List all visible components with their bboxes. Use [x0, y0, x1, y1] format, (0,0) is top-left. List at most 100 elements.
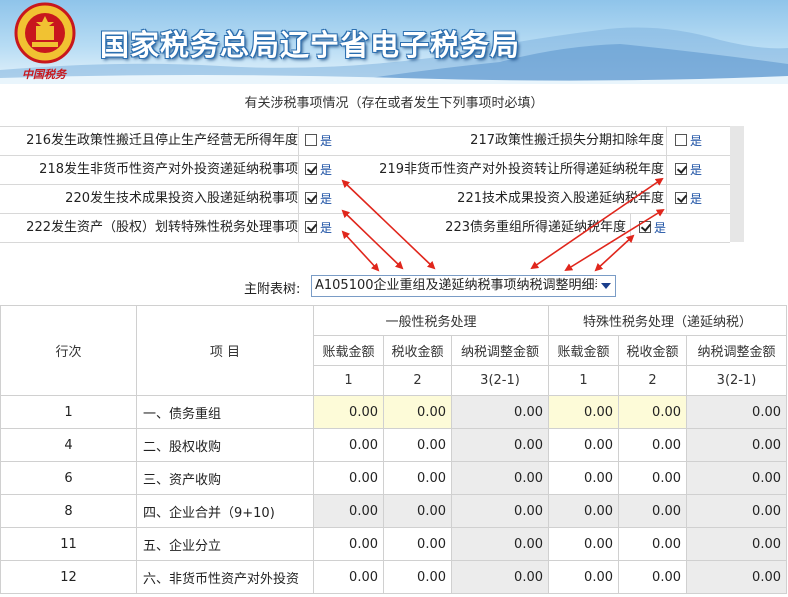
amount-input-cell[interactable]: 0.00 — [548, 527, 619, 561]
row-item-label: 二、股权收购 — [136, 428, 314, 462]
amount-input-cell[interactable]: 0.00 — [548, 461, 619, 495]
amount-input-cell[interactable]: 0.00 — [618, 461, 687, 495]
amount-input-cell[interactable]: 0.00 — [548, 428, 619, 462]
header-row-no: 行次 — [0, 305, 137, 396]
item-checkbox-222[interactable]: 是 — [298, 214, 348, 242]
chevron-down-icon[interactable] — [601, 283, 611, 289]
checkbox-label: 是 — [320, 163, 333, 177]
amount-readonly-cell: 0.00 — [618, 494, 687, 528]
header-sub: 纳税调整金额 — [686, 335, 787, 366]
site-title: 国家税务总局辽宁省电子税务局 — [100, 28, 521, 62]
header-sub: 税收金额 — [383, 335, 452, 366]
row-number: 11 — [0, 527, 137, 561]
table-body: 1 一、债务重组 0.00 0.00 0.00 0.00 0.00 0.00 4 二、股权收购 0.… — [0, 395, 787, 594]
row-item-label: 三、资产收购 — [136, 461, 314, 495]
amount-readonly-cell: 0.00 — [686, 461, 787, 495]
main-table-select-value: A105100企业重组及递延纳税事项纳税调整明细表 — [315, 278, 597, 293]
row-number: 4 — [0, 428, 137, 462]
checkbox-checked-icon[interactable] — [305, 192, 317, 204]
item-checkbox-218[interactable]: 是 — [298, 156, 348, 184]
main-table-select[interactable]: A105100企业重组及递延纳税事项纳税调整明细表 — [311, 275, 616, 297]
amount-input-cell[interactable]: 0.00 — [383, 560, 452, 594]
section-title: 有关涉税事项情况（存在或者发生下列事项时必填） — [244, 96, 544, 111]
items-scrollbar[interactable] — [730, 126, 744, 242]
header-col-number: 3(2-1) — [451, 365, 549, 396]
header-special-treatment: 特殊性税务处理（递延纳税） — [548, 305, 787, 336]
item-label: 220发生技术成果投资入股递延纳税事项 — [65, 191, 298, 206]
adjustment-table: 行次 项 目 一般性税务处理 特殊性税务处理（递延纳税） 账载金额 税收金额 纳… — [0, 305, 788, 597]
row-number: 8 — [0, 494, 137, 528]
amount-input-cell[interactable]: 0.00 — [618, 527, 687, 561]
checkbox-label: 是 — [690, 192, 703, 206]
items-row: 216发生政策性搬迁且停止生产经营无所得年度 是 217政策性搬迁损失分期扣除年… — [0, 127, 730, 156]
items-row: 222发生资产（股权）划转特殊性税务处理事项 是 223债务重组所得递延纳税年度… — [0, 214, 730, 243]
item-checkbox-216[interactable]: 是 — [298, 127, 348, 155]
row-number: 12 — [0, 560, 137, 594]
item-checkbox-221[interactable]: 是 — [666, 185, 730, 213]
items-row: 220发生技术成果投资入股递延纳税事项 是 221技术成果投资入股递延纳税年度 … — [0, 185, 730, 214]
amount-input-cell[interactable]: 0.00 — [383, 461, 452, 495]
header-sub: 纳税调整金额 — [451, 335, 549, 366]
amount-readonly-cell: 0.00 — [686, 494, 787, 528]
checkbox-checked-icon[interactable] — [639, 221, 651, 233]
item-label: 221技术成果投资入股递延纳税年度 — [457, 191, 664, 206]
checkbox-unchecked-icon[interactable] — [305, 134, 317, 146]
checkbox-checked-icon[interactable] — [675, 192, 687, 204]
checkbox-checked-icon[interactable] — [305, 221, 317, 233]
amount-input-cell[interactable]: 0.00 — [548, 395, 619, 429]
amount-input-cell[interactable]: 0.00 — [313, 428, 384, 462]
header-col-number: 2 — [618, 365, 687, 396]
amount-readonly-cell: 0.00 — [451, 527, 549, 561]
table-row: 6 三、资产收购 0.00 0.00 0.00 0.00 0.00 0.00 — [0, 461, 787, 495]
checkbox-label: 是 — [690, 134, 703, 148]
header-col-number: 3(2-1) — [686, 365, 787, 396]
row-item-label: 四、企业合并（9+10) — [136, 494, 314, 528]
header-sub: 账载金额 — [313, 335, 384, 366]
amount-input-cell[interactable]: 0.00 — [618, 560, 687, 594]
amount-readonly-cell: 0.00 — [451, 461, 549, 495]
amount-input-cell[interactable]: 0.00 — [313, 527, 384, 561]
checkbox-label: 是 — [320, 192, 333, 206]
slogan-text: 中国税务 — [22, 68, 66, 81]
header-sub: 税收金额 — [618, 335, 687, 366]
amount-input-cell[interactable]: 0.00 — [383, 527, 452, 561]
tax-items-grid: 216发生政策性搬迁且停止生产经营无所得年度 是 217政策性搬迁损失分期扣除年… — [0, 126, 730, 243]
amount-readonly-cell: 0.00 — [313, 494, 384, 528]
amount-input-cell[interactable]: 0.00 — [618, 395, 687, 429]
tax-emblem-icon — [14, 2, 76, 64]
item-checkbox-220[interactable]: 是 — [298, 185, 348, 213]
amount-readonly-cell: 0.00 — [451, 494, 549, 528]
items-row: 218发生非货币性资产对外投资递延纳税事项 是 219非货币性资产对外投资转让所… — [0, 156, 730, 185]
item-label: 217政策性搬迁损失分期扣除年度 — [470, 133, 664, 148]
amount-input-cell[interactable]: 0.00 — [313, 461, 384, 495]
row-number: 6 — [0, 461, 137, 495]
checkbox-label: 是 — [320, 221, 333, 235]
amount-readonly-cell: 0.00 — [383, 494, 452, 528]
checkbox-checked-icon[interactable] — [305, 163, 317, 175]
item-label: 223债务重组所得递延纳税年度 — [445, 220, 626, 235]
table-row: 4 二、股权收购 0.00 0.00 0.00 0.00 0.00 0.00 — [0, 428, 787, 462]
amount-input-cell[interactable]: 0.00 — [618, 428, 687, 462]
row-item-label: 一、债务重组 — [136, 395, 314, 429]
table-row: 1 一、债务重组 0.00 0.00 0.00 0.00 0.00 0.00 — [0, 395, 787, 429]
item-label: 216发生政策性搬迁且停止生产经营无所得年度 — [26, 133, 298, 148]
row-number: 1 — [0, 395, 137, 429]
amount-input-cell[interactable]: 0.00 — [383, 428, 452, 462]
checkbox-label: 是 — [320, 134, 333, 148]
item-checkbox-219[interactable]: 是 — [666, 156, 730, 184]
checkbox-checked-icon[interactable] — [675, 163, 687, 175]
amount-readonly-cell: 0.00 — [686, 527, 787, 561]
item-label: 222发生资产（股权）划转特殊性税务处理事项 — [26, 220, 298, 235]
checkbox-label: 是 — [690, 163, 703, 177]
amount-input-cell[interactable]: 0.00 — [383, 395, 452, 429]
amount-input-cell[interactable]: 0.00 — [548, 560, 619, 594]
header-item: 项 目 — [136, 305, 314, 396]
amount-input-cell[interactable]: 0.00 — [313, 560, 384, 594]
row-item-label: 六、非货币性资产对外投资 — [136, 560, 314, 594]
header-general-treatment: 一般性税务处理 — [313, 305, 549, 336]
amount-input-cell[interactable]: 0.00 — [313, 395, 384, 429]
checkbox-unchecked-icon[interactable] — [675, 134, 687, 146]
item-checkbox-223[interactable]: 是 — [630, 214, 730, 242]
item-checkbox-217[interactable]: 是 — [666, 127, 730, 155]
amount-readonly-cell: 0.00 — [451, 395, 549, 429]
